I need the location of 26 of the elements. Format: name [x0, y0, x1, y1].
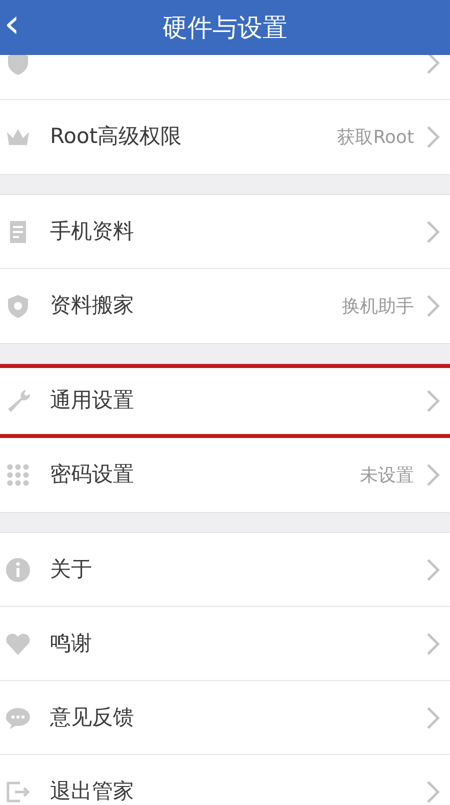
- chevron-right-icon: [426, 558, 440, 582]
- chevron-right-icon: [426, 780, 440, 804]
- row-value: 未设置: [360, 464, 414, 488]
- back-button[interactable]: ‹: [0, 4, 24, 44]
- highlighted-menu-row[interactable]: 通用设置: [0, 364, 450, 438]
- row-label: 通用设置: [50, 387, 134, 414]
- row-label: 退出管家: [50, 778, 134, 805]
- chevron-right-icon: [426, 389, 440, 413]
- row-label: 关于: [50, 556, 92, 583]
- info-icon: [4, 556, 32, 584]
- row-label: 密码设置: [50, 461, 134, 488]
- row-label: 手机资料: [50, 218, 134, 245]
- chevron-right-icon: [426, 55, 440, 74]
- row-label: Root高级权限: [50, 123, 182, 150]
- chevron-right-icon: [426, 294, 440, 318]
- row-label: 资料搬家: [50, 292, 134, 320]
- chevron-right-icon: [426, 463, 440, 487]
- row-label: 鸣谢: [50, 630, 92, 657]
- chevron-right-icon: [426, 220, 440, 244]
- row-value: 换机助手: [342, 294, 414, 318]
- row-value: 获取Root: [337, 126, 414, 150]
- page-title: 硬件与设置: [162, 12, 288, 44]
- chevron-right-icon: [426, 125, 440, 149]
- chevron-right-icon: [426, 632, 440, 656]
- chevron-right-icon: [426, 706, 440, 730]
- row-label: 意见反馈: [50, 704, 134, 731]
